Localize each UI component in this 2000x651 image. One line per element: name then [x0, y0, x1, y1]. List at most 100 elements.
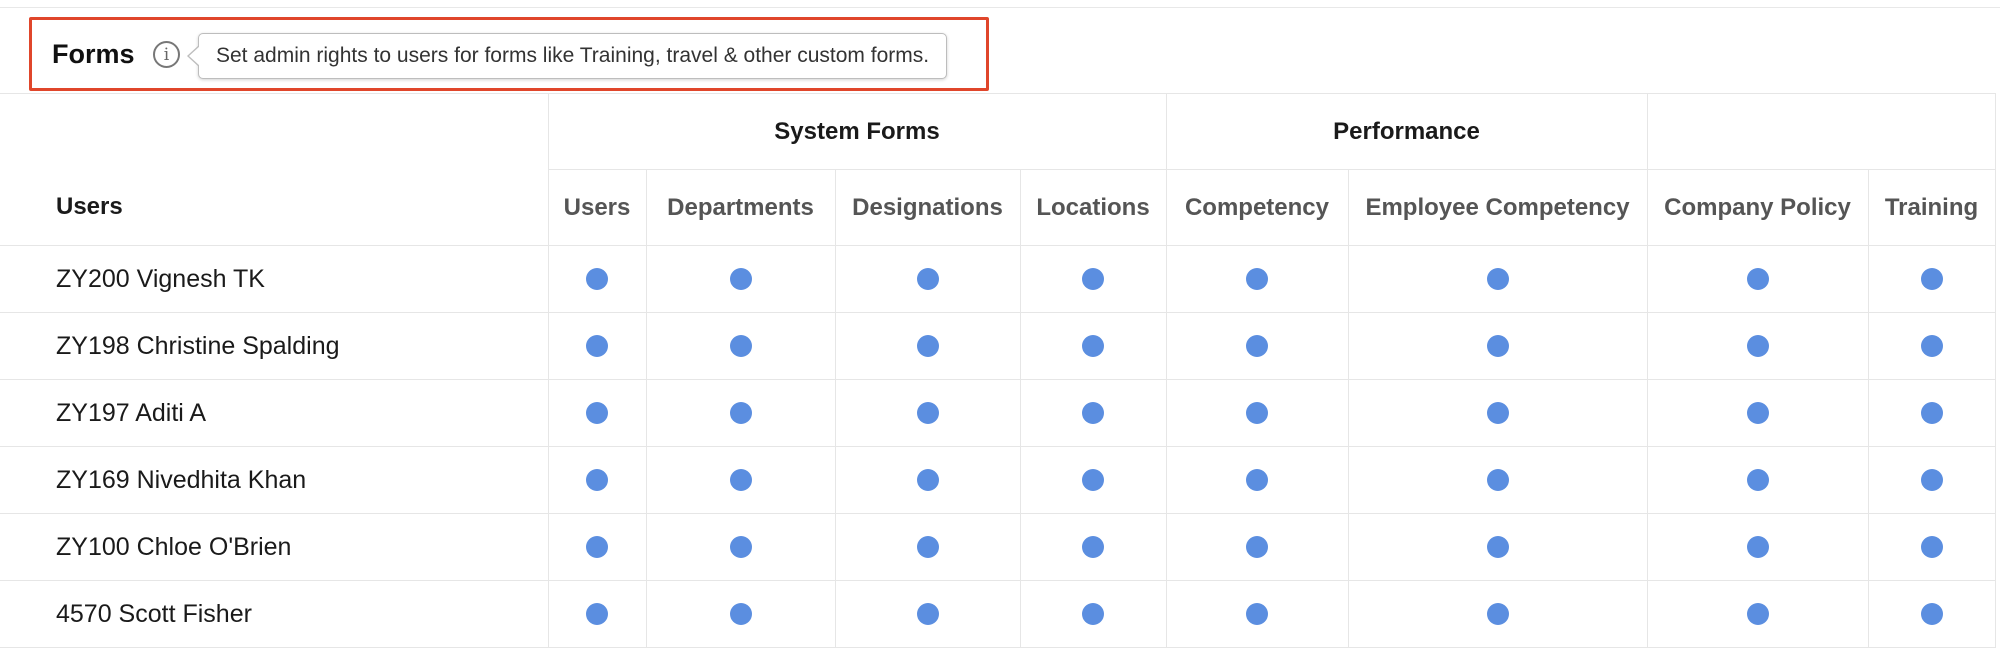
section-title: Forms — [52, 39, 135, 69]
permission-toggle-dot[interactable] — [1082, 335, 1104, 357]
permission-toggle-dot[interactable] — [586, 603, 608, 625]
permission-toggle-dot[interactable] — [1246, 536, 1268, 558]
permission-cell — [1165, 446, 1349, 514]
permission-toggle-dot[interactable] — [916, 603, 939, 625]
permission-toggle-dot[interactable] — [916, 536, 939, 558]
permission-toggle-dot[interactable] — [1082, 402, 1104, 424]
permission-cell — [1019, 513, 1167, 581]
permission-cell — [547, 312, 647, 380]
permission-cell — [1646, 513, 1869, 581]
permission-cell — [547, 379, 647, 447]
permission-cell — [1019, 312, 1167, 380]
permission-toggle-dot[interactable] — [1246, 335, 1268, 357]
permission-toggle-dot[interactable] — [729, 268, 752, 290]
user-name: ZY100 Chloe O'Brien — [0, 513, 549, 581]
permission-toggle-dot[interactable] — [1746, 536, 1769, 558]
permission-toggle-dot[interactable] — [1082, 536, 1104, 558]
table-row: ZY198 Christine Spalding — [0, 312, 1996, 380]
permission-cell — [645, 446, 836, 514]
column-header-employee-competency: Employee Competency — [1347, 169, 1648, 246]
table-row: ZY197 Aditi A — [0, 379, 1996, 447]
permission-toggle-dot[interactable] — [1486, 536, 1509, 558]
permission-cell — [1646, 580, 1869, 648]
info-tooltip: Set admin rights to users for forms like… — [186, 33, 948, 79]
permission-cell — [547, 245, 647, 313]
permission-toggle-dot[interactable] — [1246, 603, 1268, 625]
permission-toggle-dot[interactable] — [586, 469, 608, 491]
user-name: 4570 Scott Fisher — [0, 580, 549, 648]
permission-cell — [645, 513, 836, 581]
permission-toggle-dot[interactable] — [1920, 469, 1943, 491]
permission-cell — [834, 312, 1021, 380]
permission-toggle-dot[interactable] — [916, 469, 939, 491]
permission-cell — [1165, 513, 1349, 581]
permission-toggle-dot[interactable] — [1486, 335, 1509, 357]
column-header-training: Training — [1867, 169, 1996, 246]
permission-toggle-dot[interactable] — [1486, 402, 1509, 424]
permission-toggle-dot[interactable] — [916, 335, 939, 357]
permission-toggle-dot[interactable] — [1920, 603, 1943, 625]
user-name: ZY197 Aditi A — [0, 379, 549, 447]
permission-toggle-dot[interactable] — [729, 469, 752, 491]
permission-cell — [1165, 312, 1349, 380]
permission-cell — [1165, 245, 1349, 313]
permission-cell — [1165, 580, 1349, 648]
permission-cell — [1646, 245, 1869, 313]
permission-cell — [1646, 446, 1869, 514]
permission-cell — [1019, 580, 1167, 648]
permission-toggle-dot[interactable] — [916, 402, 939, 424]
info-icon[interactable]: i — [153, 41, 180, 68]
permission-toggle-dot[interactable] — [586, 268, 608, 290]
permission-cell — [547, 513, 647, 581]
top-divider — [0, 7, 2000, 8]
permission-cell — [1347, 245, 1648, 313]
permission-toggle-dot[interactable] — [1246, 402, 1268, 424]
permission-toggle-dot[interactable] — [1746, 268, 1769, 290]
table-row: ZY169 Nivedhita Khan — [0, 446, 1996, 514]
permission-toggle-dot[interactable] — [1082, 268, 1104, 290]
permission-toggle-dot[interactable] — [1082, 469, 1104, 491]
table-row: 4570 Scott Fisher — [0, 580, 1996, 648]
permission-toggle-dot[interactable] — [1920, 402, 1943, 424]
permission-toggle-dot[interactable] — [586, 402, 608, 424]
permission-toggle-dot[interactable] — [1920, 536, 1943, 558]
permission-toggle-dot[interactable] — [1082, 603, 1104, 625]
user-name: ZY169 Nivedhita Khan — [0, 446, 549, 514]
table-row: ZY100 Chloe O'Brien — [0, 513, 1996, 581]
column-header-designations: Designations — [834, 169, 1021, 246]
permission-toggle-dot[interactable] — [1746, 603, 1769, 625]
permission-toggle-dot[interactable] — [729, 536, 752, 558]
table-row: ZY200 Vignesh TK — [0, 245, 1996, 313]
permission-toggle-dot[interactable] — [1920, 268, 1943, 290]
column-header-locations: Locations — [1019, 169, 1167, 246]
permission-toggle-dot[interactable] — [1486, 268, 1509, 290]
permission-toggle-dot[interactable] — [729, 402, 752, 424]
permission-toggle-dot[interactable] — [586, 536, 608, 558]
permission-cell — [645, 312, 836, 380]
permission-cell — [1019, 446, 1167, 514]
permission-toggle-dot[interactable] — [729, 603, 752, 625]
permission-toggle-dot[interactable] — [1746, 469, 1769, 491]
permission-toggle-dot[interactable] — [1246, 469, 1268, 491]
user-name: ZY200 Vignesh TK — [0, 245, 549, 313]
permission-toggle-dot[interactable] — [586, 335, 608, 357]
permission-toggle-dot[interactable] — [1246, 268, 1268, 290]
permission-toggle-dot[interactable] — [916, 268, 939, 290]
permission-cell — [645, 580, 836, 648]
permission-cell — [1867, 446, 1996, 514]
permission-toggle-dot[interactable] — [1486, 469, 1509, 491]
permission-cell — [1867, 245, 1996, 313]
permission-cell — [1347, 513, 1648, 581]
permission-cell — [1867, 580, 1996, 648]
permission-cell — [547, 446, 647, 514]
permission-cell — [1867, 379, 1996, 447]
permission-cell — [834, 446, 1021, 514]
permission-cell — [1646, 379, 1869, 447]
permission-toggle-dot[interactable] — [729, 335, 752, 357]
permission-toggle-dot[interactable] — [1486, 603, 1509, 625]
permission-toggle-dot[interactable] — [1746, 335, 1769, 357]
permission-toggle-dot[interactable] — [1746, 402, 1769, 424]
permission-cell — [1019, 245, 1167, 313]
column-header-company-policy: Company Policy — [1646, 169, 1869, 246]
permission-toggle-dot[interactable] — [1920, 335, 1943, 357]
